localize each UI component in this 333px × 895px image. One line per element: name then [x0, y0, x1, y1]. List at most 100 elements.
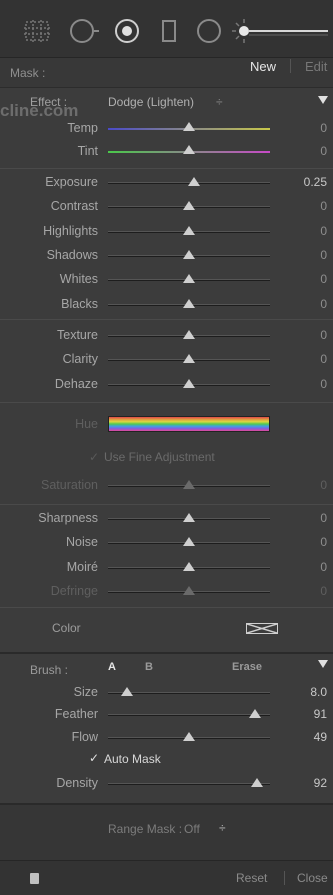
- spot-removal-icon[interactable]: [66, 14, 100, 48]
- blacks-slider-track[interactable]: [108, 298, 270, 308]
- shadows-slider-track[interactable]: [108, 249, 270, 259]
- toggle-switch-icon[interactable]: [30, 873, 39, 884]
- texture-label: Texture: [57, 328, 98, 342]
- flow-label: Flow: [71, 729, 98, 744]
- crop-grid-icon[interactable]: [20, 14, 54, 48]
- contrast-value[interactable]: 0: [320, 199, 327, 213]
- density-value[interactable]: 92: [314, 776, 327, 790]
- sharpness-slider-track[interactable]: [108, 513, 270, 522]
- mask-separator: [290, 59, 291, 73]
- noise-slider-track[interactable]: [108, 537, 270, 547]
- exposure-slider-track[interactable]: [108, 177, 270, 186]
- saturation-value[interactable]: 0: [320, 478, 327, 492]
- contrast-slider-thumb[interactable]: [183, 201, 195, 211]
- tint-slider-track[interactable]: [108, 145, 270, 154]
- size-slider-thumb[interactable]: [121, 687, 134, 696]
- temp-slider-track[interactable]: [108, 122, 270, 131]
- clarity-slider-thumb[interactable]: [183, 354, 195, 364]
- blacks-value[interactable]: 0: [320, 297, 327, 311]
- density-slider-track[interactable]: [108, 778, 270, 787]
- clarity-value[interactable]: 0: [320, 352, 327, 366]
- dehaze-slider-thumb[interactable]: [183, 378, 195, 388]
- brush-icon[interactable]: [232, 14, 328, 48]
- shadows-slider-thumb[interactable]: [183, 249, 195, 259]
- blacks-slider-thumb[interactable]: [183, 298, 195, 308]
- radial-filter-icon[interactable]: [192, 14, 226, 48]
- sharpness-value[interactable]: 0: [320, 511, 327, 525]
- tint-value[interactable]: 0: [320, 144, 327, 158]
- highlights-value[interactable]: 0: [320, 224, 327, 238]
- exposure-value[interactable]: 0.25: [304, 175, 327, 189]
- whites-slider-track[interactable]: [108, 274, 270, 284]
- range-mask-arrow[interactable]: ÷: [219, 821, 226, 835]
- tint-slider-thumb[interactable]: [183, 145, 195, 154]
- effect-row: Effect : Dodge (Lighten) ÷ cline.com: [0, 92, 333, 120]
- reset-button[interactable]: Reset: [236, 871, 267, 885]
- whites-value[interactable]: 0: [320, 272, 327, 286]
- hue-bar[interactable]: [108, 416, 270, 432]
- auto-mask-check[interactable]: ✓: [89, 751, 99, 765]
- fine-adjustment-check[interactable]: ✓: [89, 450, 99, 464]
- hue-label: Hue: [75, 417, 98, 431]
- temp-slider-thumb[interactable]: [183, 122, 195, 131]
- texture-value[interactable]: 0: [320, 328, 327, 342]
- defringe-value[interactable]: 0: [320, 584, 327, 598]
- whites-slider-thumb[interactable]: [183, 274, 195, 284]
- flow-slider-track[interactable]: [108, 731, 270, 741]
- tool-strip: [0, 0, 333, 58]
- dehaze-slider-track[interactable]: [108, 378, 270, 388]
- highlights-slider-track[interactable]: [108, 225, 270, 235]
- edit-button[interactable]: Edit: [305, 59, 327, 74]
- density-slider-thumb[interactable]: [251, 778, 264, 787]
- noise-value[interactable]: 0: [320, 535, 327, 549]
- clarity-slider-track[interactable]: [108, 354, 270, 364]
- blacks-slider-row: Blacks 0: [0, 294, 333, 316]
- saturation-slider-row: Saturation 0: [0, 475, 333, 497]
- moir-slider-thumb[interactable]: [183, 561, 195, 571]
- close-button[interactable]: Close: [297, 871, 328, 885]
- density-label: Density: [56, 776, 98, 790]
- sharpness-slider-thumb[interactable]: [183, 513, 195, 522]
- red-eye-icon[interactable]: [110, 14, 144, 48]
- new-button[interactable]: New: [250, 59, 276, 74]
- divider: [0, 607, 333, 608]
- temp-value[interactable]: 0: [320, 121, 327, 135]
- tint-slider-row: Tint 0: [0, 141, 333, 163]
- collapse-effect-triangle[interactable]: [318, 96, 328, 104]
- moir-value[interactable]: 0: [320, 560, 327, 574]
- collapse-brush-triangle[interactable]: [318, 660, 328, 668]
- feather-slider-track[interactable]: [108, 709, 270, 719]
- divider: [0, 504, 333, 505]
- defringe-slider-thumb[interactable]: [183, 585, 195, 595]
- highlights-slider-thumb[interactable]: [183, 225, 195, 235]
- color-swatch[interactable]: [246, 623, 278, 634]
- range-mask-value[interactable]: Off: [184, 822, 200, 836]
- flow-slider-thumb[interactable]: [183, 731, 195, 741]
- defringe-slider-track[interactable]: [108, 585, 270, 595]
- feather-value[interactable]: 91: [314, 707, 327, 721]
- dehaze-value[interactable]: 0: [320, 377, 327, 391]
- defringe-slider-row: Defringe 0: [0, 581, 333, 603]
- texture-slider-thumb[interactable]: [183, 330, 195, 339]
- brush-header-row: Brush : A B Erase: [0, 660, 333, 682]
- contrast-slider-track[interactable]: [108, 201, 270, 211]
- flow-value[interactable]: 49: [314, 730, 327, 744]
- erase-button[interactable]: Erase: [232, 661, 262, 673]
- effect-dropdown-arrow[interactable]: ÷: [216, 95, 223, 109]
- brush-a-button[interactable]: A: [108, 661, 116, 673]
- saturation-slider-thumb[interactable]: [183, 480, 195, 489]
- feather-slider-thumb[interactable]: [249, 709, 262, 719]
- texture-slider-track[interactable]: [108, 330, 270, 339]
- moir-slider-track[interactable]: [108, 561, 270, 571]
- brush-b-button[interactable]: B: [145, 661, 153, 673]
- density-slider-row: Density 92: [0, 773, 333, 795]
- saturation-slider-track[interactable]: [108, 480, 270, 489]
- size-value[interactable]: 8.0: [310, 685, 327, 699]
- effect-dropdown[interactable]: Dodge (Lighten): [108, 95, 194, 109]
- size-slider-track[interactable]: [108, 687, 270, 696]
- graduated-filter-icon[interactable]: [152, 14, 186, 48]
- exposure-slider-thumb[interactable]: [187, 177, 200, 186]
- whites-slider-row: Whites 0: [0, 269, 333, 291]
- shadows-value[interactable]: 0: [320, 248, 327, 262]
- noise-slider-thumb[interactable]: [183, 537, 195, 547]
